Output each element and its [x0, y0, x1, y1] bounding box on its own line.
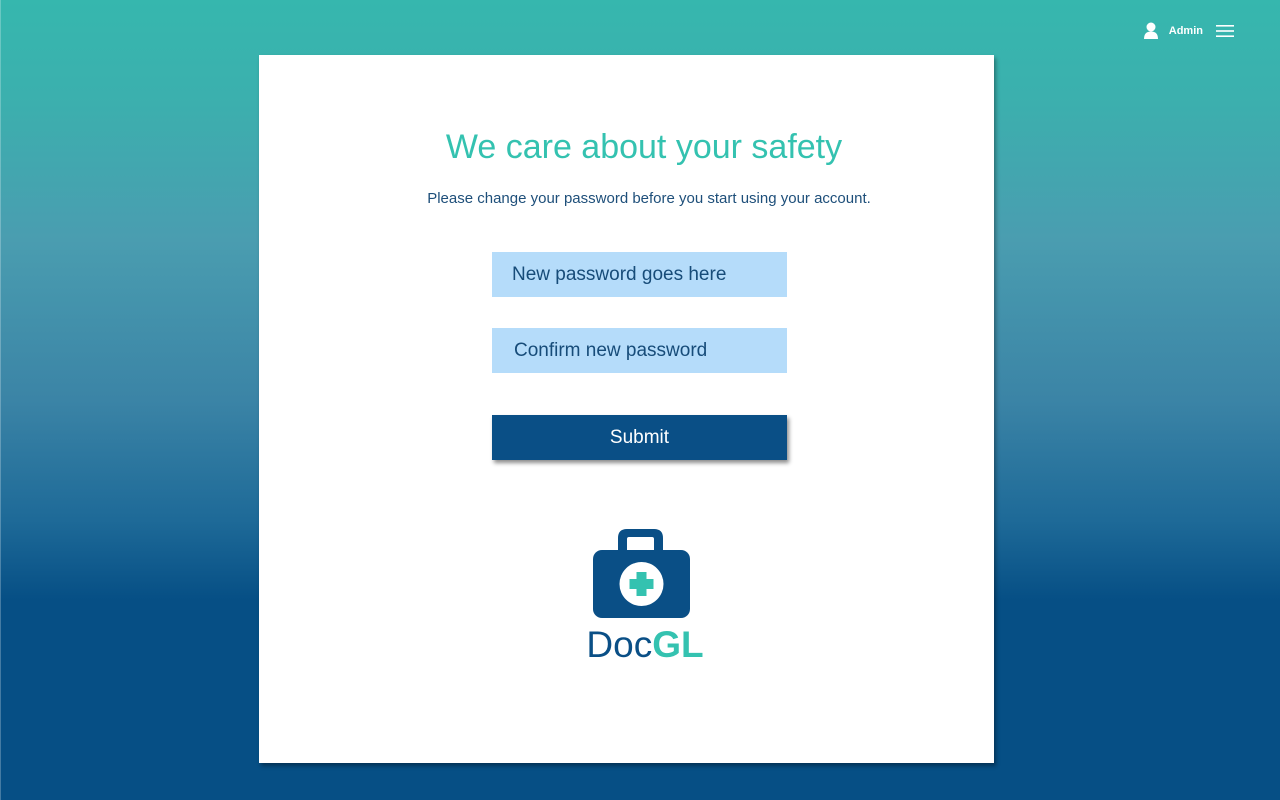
confirm-password-field[interactable] — [492, 328, 787, 373]
medical-kit-icon — [590, 528, 694, 620]
brand-name-doc: Doc — [586, 624, 653, 665]
new-password-field[interactable] — [492, 252, 787, 297]
brand-name-gl: GL — [652, 624, 704, 665]
user-name-label[interactable]: Admin — [1169, 25, 1203, 37]
submit-button[interactable]: Submit — [492, 415, 787, 460]
brand-logo-text: DocGL — [540, 624, 750, 666]
window-edge — [0, 0, 1, 800]
user-icon[interactable] — [1143, 22, 1159, 40]
top-bar: Admin — [1143, 22, 1234, 40]
page-subtitle: Please change your password before you s… — [427, 190, 871, 207]
hamburger-menu-icon[interactable] — [1216, 24, 1234, 38]
page-title: We care about your safety — [445, 128, 843, 166]
